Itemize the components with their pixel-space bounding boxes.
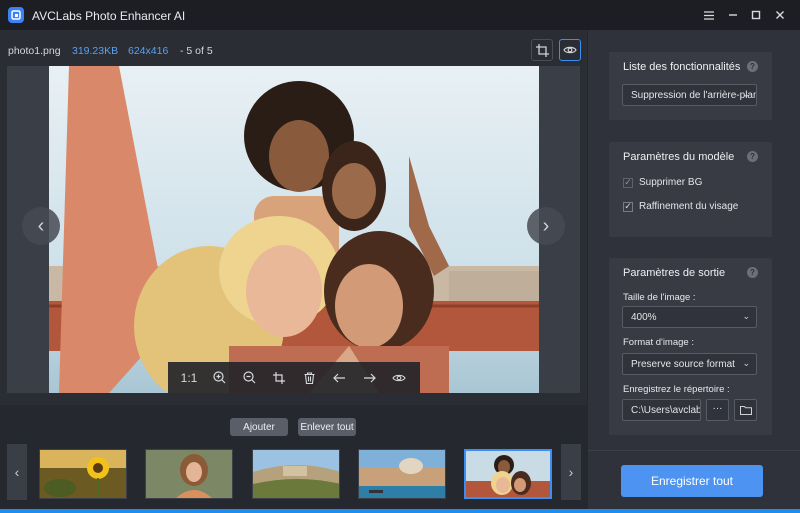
file-name: photo1.png — [8, 45, 61, 57]
features-panel: Liste des fonctionnalités ? Suppression … — [609, 52, 772, 120]
crop-icon[interactable] — [268, 367, 290, 389]
zoom-ratio-button[interactable]: 1:1 — [178, 367, 200, 389]
thumbnail-group-selfie[interactable] — [464, 449, 552, 499]
thumbnail-venice-canal[interactable] — [358, 449, 446, 499]
next-image-button[interactable]: › — [527, 207, 565, 245]
output-title: Paramètres de sortie — [623, 267, 726, 279]
zoom-out-icon[interactable] — [238, 367, 260, 389]
menu-icon[interactable] — [698, 5, 720, 25]
chevron-down-icon: ⌄ — [742, 89, 750, 99]
arrow-left-icon[interactable] — [328, 367, 350, 389]
add-button[interactable]: Ajouter — [230, 418, 288, 436]
help-icon[interactable]: ? — [747, 61, 758, 72]
thumbnail-sunflower[interactable] — [39, 449, 127, 499]
remove-bg-checkbox[interactable]: ✓ Supprimer BG — [623, 177, 702, 188]
app-title: AVCLabs Photo Enhancer AI — [32, 9, 186, 23]
face-refinement-checkbox[interactable]: ✓ Raffinement du visage — [623, 201, 738, 212]
face-refinement-label: Raffinement du visage — [639, 201, 739, 212]
preview-toggle-button[interactable] — [559, 39, 581, 61]
feature-select[interactable]: Suppression de l'arrière-plan ⌄ — [622, 84, 757, 106]
browse-more-button[interactable]: ··· — [706, 399, 729, 421]
checkbox-check-icon: ✓ — [623, 201, 633, 212]
model-panel: Paramètres du modèle ? ✓ Supprimer BG ✓ … — [609, 142, 772, 237]
image-size-label: Taille de l'image : — [623, 292, 696, 303]
preview-image — [49, 66, 539, 393]
checkbox-check-icon: ✓ — [623, 177, 633, 188]
image-format-select[interactable]: Preserve source format ⌄ — [622, 353, 757, 375]
file-position: - 5 of 5 — [180, 45, 213, 57]
thumbnail-woman-portrait[interactable] — [145, 449, 233, 499]
chevron-left-icon: ‹ — [37, 214, 45, 237]
crop-toggle-button[interactable] — [531, 39, 553, 61]
image-size-select[interactable]: 400% ⌄ — [622, 306, 757, 328]
image-format-value: Preserve source format — [631, 359, 735, 370]
maximize-icon[interactable] — [745, 5, 767, 25]
feature-select-value: Suppression de l'arrière-plan — [631, 90, 757, 101]
chevron-right-icon: › — [568, 464, 574, 480]
remove-bg-label: Supprimer BG — [639, 177, 703, 188]
chevron-down-icon: ⌄ — [742, 311, 750, 321]
thumbnails-next-button[interactable]: › — [561, 444, 581, 500]
eye-icon[interactable] — [388, 367, 410, 389]
image-format-label: Format d'image : — [623, 337, 694, 348]
file-dimensions: 624x416 — [128, 45, 169, 57]
save-all-button[interactable]: Enregistrer tout — [621, 465, 763, 497]
arrow-right-icon[interactable] — [358, 367, 380, 389]
chevron-left-icon: ‹ — [14, 464, 20, 480]
image-toolbar: 1:1 — [168, 362, 420, 393]
close-icon[interactable] — [769, 5, 791, 25]
thumbnail-hillside-town[interactable] — [252, 449, 340, 499]
zoom-in-icon[interactable] — [208, 367, 230, 389]
crop-icon — [535, 43, 549, 57]
open-folder-button[interactable] — [734, 399, 757, 421]
previous-image-button[interactable]: ‹ — [22, 207, 60, 245]
trash-icon[interactable] — [298, 367, 320, 389]
model-title: Paramètres du modèle — [623, 151, 735, 163]
features-title: Liste des fonctionnalités — [623, 61, 741, 73]
divider — [588, 450, 800, 451]
output-panel: Paramètres de sortie ? Taille de l'image… — [609, 258, 772, 435]
accent-bar — [0, 509, 800, 513]
save-dir-value: C:\Users\avclabs — [631, 405, 701, 416]
remove-all-button[interactable]: Enlever tout — [298, 418, 356, 436]
help-icon[interactable]: ? — [747, 151, 758, 162]
help-icon[interactable]: ? — [747, 267, 758, 278]
thumbnails-previous-button[interactable]: ‹ — [7, 444, 27, 500]
save-dir-input[interactable]: C:\Users\avclabs — [622, 399, 701, 421]
file-size: 319.23KB — [72, 45, 119, 57]
chevron-right-icon: › — [542, 214, 550, 237]
eye-icon — [563, 46, 577, 54]
chevron-down-icon: ⌄ — [742, 358, 750, 368]
save-dir-label: Enregistrez le répertoire : — [623, 384, 730, 395]
image-size-value: 400% — [631, 312, 657, 323]
folder-icon — [739, 406, 752, 415]
app-logo-icon — [8, 7, 24, 23]
minimize-icon[interactable] — [722, 5, 744, 25]
title-bar: AVCLabs Photo Enhancer AI — [0, 0, 800, 30]
